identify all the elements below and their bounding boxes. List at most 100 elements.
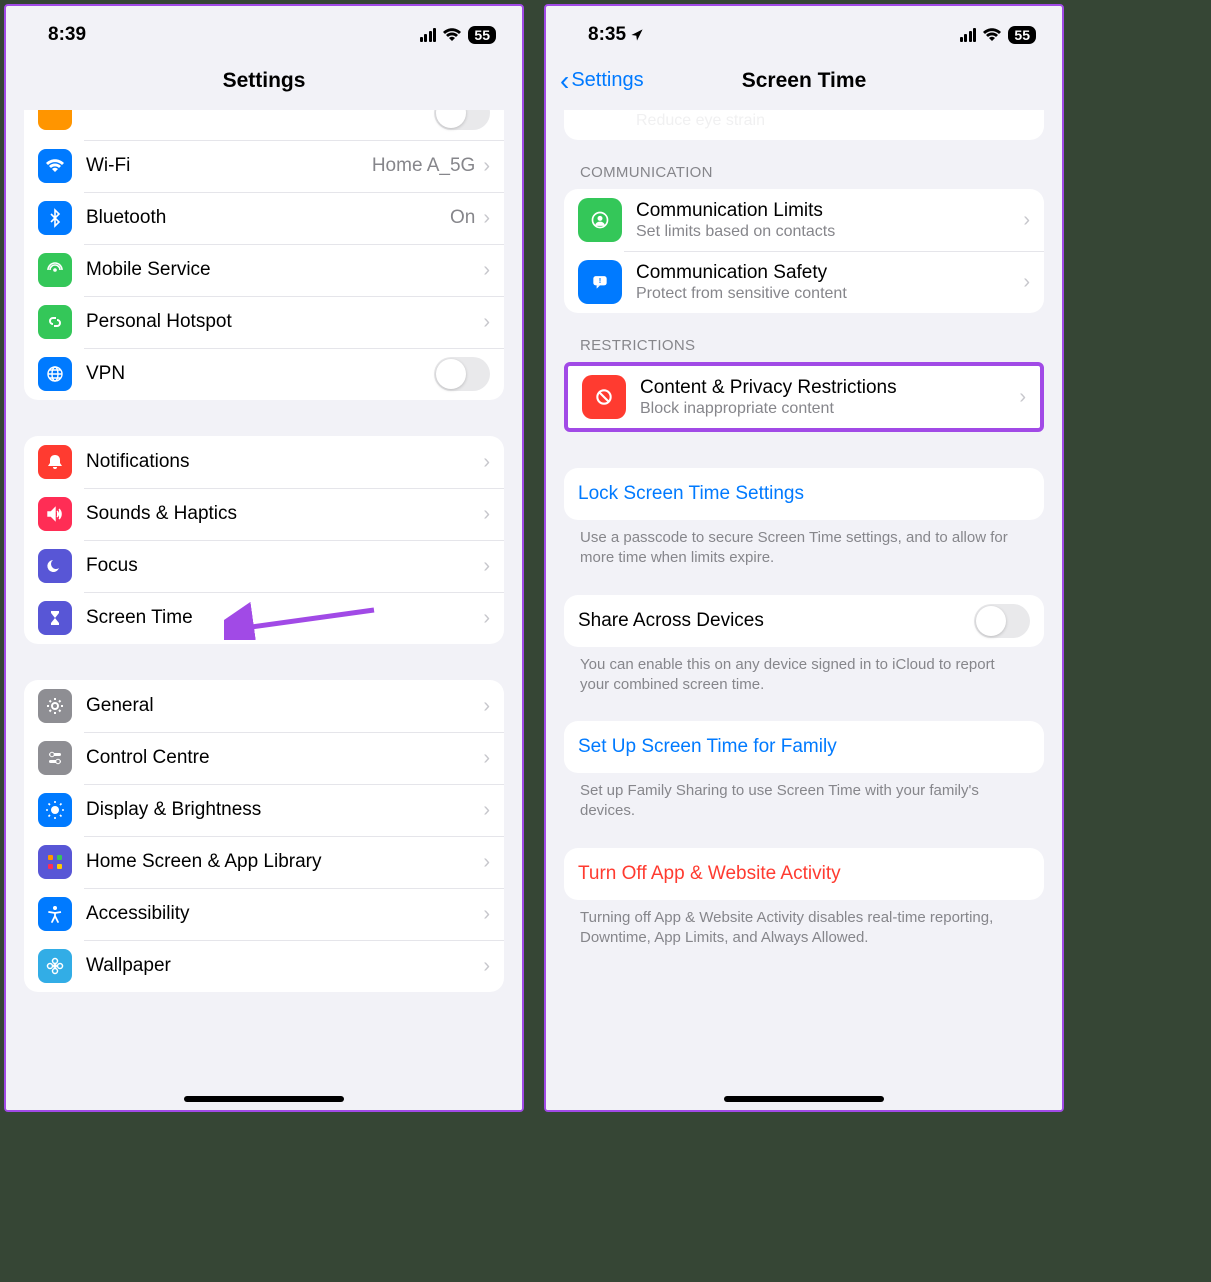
row-label: Communication Safety bbox=[636, 262, 1023, 284]
row-family[interactable]: Set Up Screen Time for Family bbox=[564, 721, 1044, 773]
back-button[interactable]: ‹Settings bbox=[560, 65, 644, 97]
row-label: Focus bbox=[86, 555, 483, 577]
link-icon bbox=[38, 305, 72, 339]
row-label: Accessibility bbox=[86, 903, 483, 925]
row-label: Wi-Fi bbox=[86, 155, 372, 177]
row-personal-hotspot[interactable]: Personal Hotspot › bbox=[24, 296, 504, 348]
chevron-right-icon: › bbox=[483, 555, 490, 578]
battery-icon: 55 bbox=[1008, 26, 1036, 44]
row-airplane[interactable] bbox=[24, 110, 504, 140]
row-notifications[interactable]: Notifications › bbox=[24, 436, 504, 488]
row-value: On bbox=[450, 207, 475, 229]
chevron-right-icon: › bbox=[483, 259, 490, 282]
row-wifi[interactable]: Wi-Fi Home A_5G › bbox=[24, 140, 504, 192]
row-label: Wallpaper bbox=[86, 955, 483, 977]
apps-icon bbox=[38, 845, 72, 879]
footer-lock: Use a passcode to secure Screen Time set… bbox=[564, 520, 1044, 569]
row-label: Display & Brightness bbox=[86, 799, 483, 821]
chevron-right-icon: › bbox=[1019, 386, 1026, 409]
family-link: Set Up Screen Time for Family bbox=[578, 736, 837, 758]
settings-group-connectivity: Wi-Fi Home A_5G › Bluetooth On › Mobile … bbox=[24, 110, 504, 400]
status-time: 8:35 bbox=[588, 24, 626, 46]
globe-icon bbox=[38, 357, 72, 391]
chevron-right-icon: › bbox=[483, 155, 490, 178]
row-bluetooth[interactable]: Bluetooth On › bbox=[24, 192, 504, 244]
status-time: 8:39 bbox=[48, 24, 86, 46]
row-lock-settings[interactable]: Lock Screen Time Settings bbox=[564, 468, 1044, 520]
row-label: Control Centre bbox=[86, 747, 483, 769]
row-vpn[interactable]: VPN bbox=[24, 348, 504, 400]
row-wallpaper[interactable]: Wallpaper › bbox=[24, 940, 504, 992]
row-control-centre[interactable]: Control Centre › bbox=[24, 732, 504, 784]
section-header-restrictions: RESTRICTIONS bbox=[564, 313, 1044, 362]
wifi-setting-icon bbox=[38, 149, 72, 183]
home-indicator[interactable] bbox=[184, 1096, 344, 1102]
chevron-right-icon: › bbox=[483, 311, 490, 334]
row-turnoff[interactable]: Turn Off App & Website Activity bbox=[564, 848, 1044, 900]
row-label: Mobile Service bbox=[86, 259, 483, 281]
settings-content[interactable]: Wi-Fi Home A_5G › Bluetooth On › Mobile … bbox=[6, 110, 522, 1110]
row-label: General bbox=[86, 695, 483, 717]
antenna-icon bbox=[38, 253, 72, 287]
chevron-right-icon: › bbox=[483, 451, 490, 474]
chevron-right-icon: › bbox=[483, 851, 490, 874]
airplane-toggle[interactable] bbox=[434, 110, 490, 130]
footer-turnoff: Turning off App & Website Activity disab… bbox=[564, 900, 1044, 949]
footer-family: Set up Family Sharing to use Screen Time… bbox=[564, 773, 1044, 822]
phone-settings: 8:39 55 Settings Wi-Fi Home A_5G › B bbox=[4, 4, 524, 1112]
share-toggle[interactable] bbox=[974, 604, 1030, 638]
row-screen-time[interactable]: Screen Time › bbox=[24, 592, 504, 644]
battery-icon: 55 bbox=[468, 26, 496, 44]
row-share-devices[interactable]: Share Across Devices bbox=[564, 595, 1044, 647]
row-cutoff[interactable]: Reduce eye strain bbox=[564, 110, 1044, 140]
row-display-brightness[interactable]: Display & Brightness › bbox=[24, 784, 504, 836]
wifi-icon bbox=[442, 28, 462, 42]
back-label: Settings bbox=[571, 69, 643, 92]
row-home-screen[interactable]: Home Screen & App Library › bbox=[24, 836, 504, 888]
turnoff-link: Turn Off App & Website Activity bbox=[578, 863, 841, 885]
cellular-icon bbox=[960, 28, 977, 42]
chevron-right-icon: › bbox=[483, 207, 490, 230]
nav-bar: Settings bbox=[6, 52, 522, 110]
nav-title: Settings bbox=[223, 69, 306, 93]
hourglass-icon bbox=[38, 601, 72, 635]
vpn-toggle[interactable] bbox=[434, 357, 490, 391]
settings-group-personal: Notifications › Sounds & Haptics › Focus… bbox=[24, 436, 504, 644]
status-bar: 8:35 55 bbox=[546, 6, 1062, 52]
row-general[interactable]: General › bbox=[24, 680, 504, 732]
moon-icon bbox=[38, 549, 72, 583]
chevron-left-icon: ‹ bbox=[560, 65, 569, 97]
group-turnoff: Turn Off App & Website Activity bbox=[564, 848, 1044, 900]
screentime-content[interactable]: Reduce eye strain COMMUNICATION Communic… bbox=[546, 110, 1062, 1110]
nav-title: Screen Time bbox=[742, 69, 867, 93]
row-label: Notifications bbox=[86, 451, 483, 473]
location-icon bbox=[630, 28, 644, 42]
row-label: Sounds & Haptics bbox=[86, 503, 483, 525]
row-mobile-service[interactable]: Mobile Service › bbox=[24, 244, 504, 296]
chevron-right-icon: › bbox=[483, 607, 490, 630]
row-communication-safety[interactable]: ! Communication SafetyProtect from sensi… bbox=[564, 251, 1044, 313]
row-label: Screen Time bbox=[86, 607, 483, 629]
row-sub: Set limits based on contacts bbox=[636, 223, 1023, 241]
row-accessibility[interactable]: Accessibility › bbox=[24, 888, 504, 940]
row-content-privacy-restrictions[interactable]: Content & Privacy RestrictionsBlock inap… bbox=[568, 366, 1040, 428]
bell-icon bbox=[38, 445, 72, 479]
airplane-icon bbox=[38, 110, 72, 130]
row-focus[interactable]: Focus › bbox=[24, 540, 504, 592]
row-label: Bluetooth bbox=[86, 207, 450, 229]
group-cutoff: Reduce eye strain bbox=[564, 110, 1044, 140]
row-label: Content & Privacy Restrictions bbox=[640, 377, 1019, 399]
sliders-icon bbox=[38, 741, 72, 775]
section-header-communication: COMMUNICATION bbox=[564, 140, 1044, 189]
row-label: Share Across Devices bbox=[578, 610, 974, 632]
chevron-right-icon: › bbox=[483, 695, 490, 718]
chevron-right-icon: › bbox=[1023, 209, 1030, 232]
chat-warning-icon: ! bbox=[578, 260, 622, 304]
chevron-right-icon: › bbox=[483, 503, 490, 526]
row-communication-limits[interactable]: Communication LimitsSet limits based on … bbox=[564, 189, 1044, 251]
phone-screen-time: 8:35 55 ‹Settings Screen Time Reduce eye… bbox=[544, 4, 1064, 1112]
bluetooth-icon bbox=[38, 201, 72, 235]
group-family: Set Up Screen Time for Family bbox=[564, 721, 1044, 773]
row-sounds-haptics[interactable]: Sounds & Haptics › bbox=[24, 488, 504, 540]
home-indicator[interactable] bbox=[724, 1096, 884, 1102]
